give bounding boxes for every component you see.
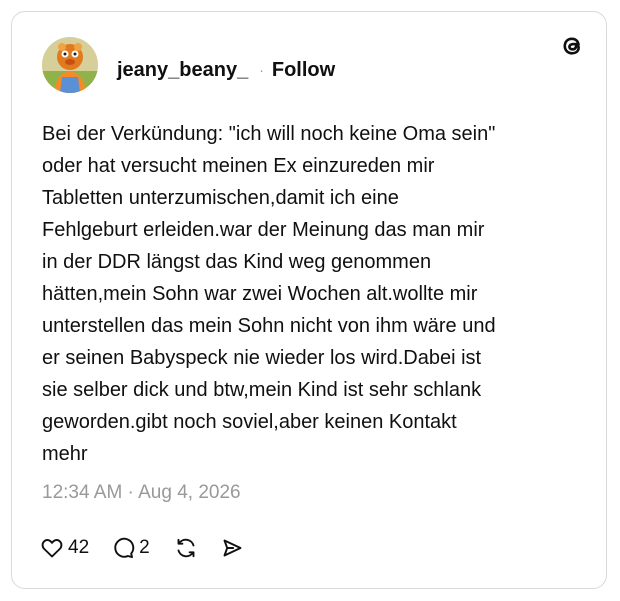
reply-button[interactable]: 2 [111,536,150,560]
like-count: 42 [68,537,90,558]
share-button[interactable] [220,536,244,560]
avatar[interactable] [42,37,98,93]
reply-count: 2 [139,537,150,558]
comment-bubble-icon [111,536,135,560]
post-body-text: Bei der Verkündung: "ich will noch keine… [42,123,496,465]
like-button[interactable]: 42 [40,536,89,560]
send-icon [220,536,244,560]
repost-button[interactable] [174,536,198,560]
separator-dot: · [259,62,264,78]
post-card: jeany_beany_ · Follow Bei der Verkündung… [11,11,607,589]
follow-button[interactable]: Follow [272,59,335,82]
username-link[interactable]: jeany_beany_ [117,59,248,82]
avatar-image [42,37,98,93]
action-bar: 42 2 [40,533,244,563]
post-timestamp[interactable]: 12:34 AM · Aug 4, 2026 [42,482,241,504]
heart-icon [40,536,64,560]
repost-icon [174,536,198,560]
threads-logo-icon[interactable] [558,32,586,60]
post-header: jeany_beany_ · Follow [117,56,335,84]
